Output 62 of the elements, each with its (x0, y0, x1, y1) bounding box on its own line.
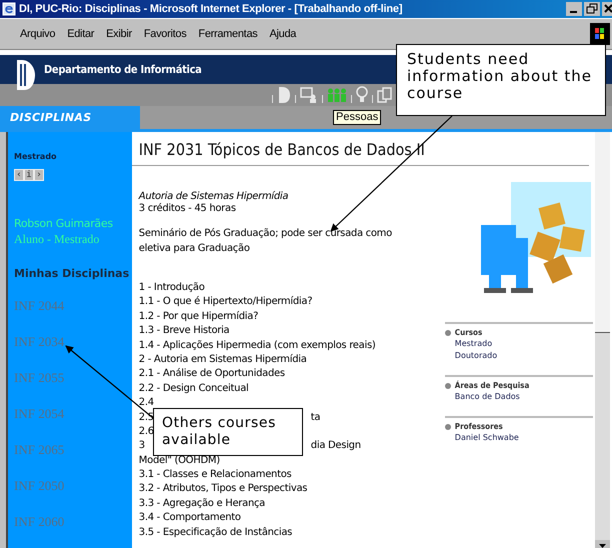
outline-item: dia Design (310, 439, 361, 454)
program-label: Mestrado (14, 152, 57, 161)
people-board-icon[interactable] (300, 86, 318, 104)
outline-item: 3.1 - Classes e Relacionamentos (138, 468, 292, 482)
outline-item: 2 - Autoria em Sistemas Hipermídia (138, 352, 307, 367)
outline-item: 2.1 - Análise de Oportunidades (138, 367, 285, 382)
bullet-icon (444, 382, 451, 388)
outline-item: Model" (OOHDM) (138, 454, 220, 468)
tooltip: Pessoas (333, 110, 382, 125)
scrollbar[interactable] (594, 132, 610, 548)
menu-item[interactable]: Editar (67, 28, 94, 40)
logo-icon[interactable] (277, 86, 291, 104)
menu-item[interactable]: Favoritos (144, 28, 186, 40)
outline-item: 3.4 - Comportamento (138, 511, 241, 526)
department-logo-icon (14, 58, 36, 92)
menu-item[interactable]: Ferramentas (198, 28, 258, 40)
close-icon[interactable] (602, 2, 612, 16)
user-name: Robson Guimarães (14, 217, 113, 230)
related-link[interactable]: Daniel Schwabe (454, 432, 593, 443)
nav-button[interactable]: ‹ (14, 169, 24, 181)
browser-icon (2, 2, 16, 16)
menu-item[interactable]: Ajuda (269, 28, 296, 40)
related-link[interactable]: Banco de Dados (454, 391, 593, 402)
nav-button[interactable]: › (34, 169, 44, 181)
user-role: Aluno - Mestrado (14, 232, 100, 247)
course-credits: 3 créditos - 45 horas (138, 203, 237, 214)
menu-item[interactable]: Exibir (106, 28, 132, 40)
outline-item: 1.1 - O que é Hipertexto/Hipermídia? (138, 295, 312, 310)
outline-item: ta (310, 410, 320, 425)
site-title: Departamento de Informática (44, 63, 202, 76)
annotation-callout: Others courses available (153, 408, 303, 456)
related-heading: Cursos (454, 328, 482, 337)
outline-item: 3.3 - Agregação e Herança (138, 496, 266, 511)
outline-item: 2.2 - Design Conceitual (138, 382, 249, 396)
bullet-icon (444, 330, 451, 336)
outline-item: 3.2 - Atributos, Tipos e Perspectivas (138, 482, 308, 496)
outline-item: 3.5 - Especificação de Instâncias (138, 526, 292, 540)
bullet-icon (444, 424, 451, 430)
related-link[interactable]: Mestrado (454, 338, 593, 349)
outline-item: 1.2 - Por que Hipermídia? (138, 310, 258, 324)
outline-item: 3 (138, 439, 145, 454)
windows-logo-icon (590, 23, 610, 45)
related-heading: Áreas de Pesquisa (454, 381, 530, 390)
light-bulb-icon[interactable] (356, 86, 368, 104)
related-heading: Professores (454, 422, 503, 431)
outline-item: 2.4 (138, 396, 154, 410)
related-link[interactable]: Doutorado (454, 350, 593, 361)
sidebar-heading: Minhas Disciplinas (14, 267, 130, 280)
minimize-icon[interactable] (566, 2, 582, 16)
menu-item[interactable]: Arquivo (20, 28, 56, 40)
restore-icon[interactable] (584, 2, 600, 16)
outline-item: 1.4 - Aplicações Hipermedia (com exemplos reais) (138, 338, 376, 353)
documents-icon[interactable] (377, 87, 393, 103)
people-icon[interactable] (327, 88, 347, 102)
outline-item: 1 - Introdução (138, 281, 205, 295)
nav-button[interactable]: i (24, 169, 34, 181)
outline-item: 2.6 (138, 424, 154, 439)
course-subtitle: Autoria de Sistemas Hipermídia (138, 191, 290, 202)
annotation-callout: Students need information about the course (396, 44, 606, 116)
outline-item: 1.3 - Breve Historia (138, 324, 230, 338)
window-title: DI, PUC-Rio: Disciplinas - Microsoft Internet Explorer - [Trabalhando off-line] (19, 3, 402, 15)
course-description: Seminário de Pós Graduação; pode ser cursada como eletiva para Graduação (138, 227, 393, 256)
